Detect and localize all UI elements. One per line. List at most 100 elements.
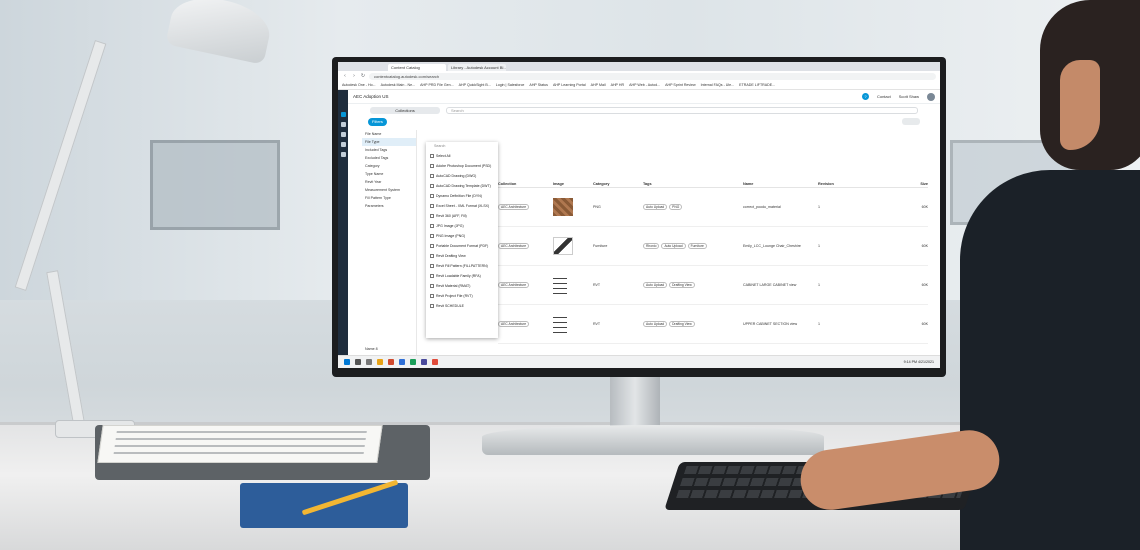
dropdown-option[interactable]: Adobe Photoshop Document (PSD) — [426, 161, 498, 171]
filter-item[interactable]: Excluded Tags — [362, 154, 416, 162]
browser-tab[interactable]: Library - Autodesk Account BI... — [448, 64, 506, 71]
filter-item[interactable]: Measurement System — [362, 186, 416, 194]
filter-item[interactable]: Fill Pattern Type — [362, 194, 416, 202]
checkbox[interactable] — [430, 154, 434, 158]
hub-selector[interactable]: AEC Adoption US — [353, 94, 389, 99]
upload-icon[interactable] — [340, 132, 346, 137]
reload-icon[interactable]: ↻ — [360, 73, 366, 79]
forward-icon[interactable]: › — [351, 73, 357, 79]
checkbox[interactable] — [430, 214, 434, 218]
checkbox[interactable] — [430, 294, 434, 298]
checkbox[interactable] — [430, 264, 434, 268]
collections-button[interactable]: Collections — [370, 106, 440, 114]
search-icon[interactable] — [355, 359, 361, 365]
revision-cell: 1 — [818, 322, 820, 326]
bookmark[interactable]: AHP QuickSight B... — [459, 83, 491, 87]
filter-item[interactable]: Included Tags — [362, 146, 416, 154]
name-cell: CABINET LARGE CABINET view — [743, 283, 797, 287]
checkbox[interactable] — [430, 224, 434, 228]
dropdown-option[interactable]: Revit Fill Pattern (FILLPATTERN) — [426, 261, 498, 271]
filter-item[interactable]: Type Name — [362, 170, 416, 178]
bookmark[interactable]: AHP HR — [611, 83, 625, 87]
filter-item[interactable]: File Type — [362, 138, 416, 146]
bookmark[interactable]: AHP Sprint Review — [665, 83, 696, 87]
checkbox[interactable] — [430, 174, 434, 178]
table-row[interactable]: AEC Architecture RVT Auto Upload Drafting… — [498, 266, 928, 305]
file-type-dropdown: Search Select All Adobe Photoshop Docume… — [426, 142, 498, 338]
bookmark[interactable]: ETRADE LIFTRADE... — [739, 83, 775, 87]
bookmark[interactable]: AHP PRD File Gen... — [420, 83, 454, 87]
view-toggle-button[interactable] — [902, 118, 920, 125]
table-row[interactable]: AEC Architecture PNG Auto Upload PNG corr… — [498, 188, 928, 227]
dropdown-search-input[interactable]: Search — [426, 142, 498, 151]
search-input[interactable]: Search — [446, 106, 918, 114]
checkbox[interactable] — [430, 274, 434, 278]
column-header[interactable]: Collection — [498, 182, 553, 186]
bookmarks-bar: Autodesk One - Ho... Autodesk Main - Ne.… — [338, 81, 940, 90]
bookmark[interactable]: Autodesk One - Ho... — [342, 83, 376, 87]
bookmark[interactable]: Login | Salesforce — [496, 83, 525, 87]
checkbox[interactable] — [430, 194, 434, 198]
checkbox[interactable] — [430, 204, 434, 208]
table-row[interactable]: AEC Architecture Furniture Rhonio Auto Up… — [498, 227, 928, 266]
avatar[interactable] — [927, 92, 935, 101]
bookmark[interactable]: AHP Status — [529, 83, 548, 87]
column-header[interactable]: Name — [743, 182, 818, 186]
dropdown-option[interactable]: Revit 360 (AFF, Fill) — [426, 211, 498, 221]
url-field[interactable]: contentcatalog.autodesk.com/search — [369, 72, 936, 80]
dropdown-option[interactable]: AutoCAD Drawing (DWG) — [426, 171, 498, 181]
dropdown-option[interactable]: Revit Project File (RVT) — [426, 291, 498, 301]
bookmark[interactable]: AHP Learning Portal — [553, 83, 586, 87]
user-name: Scott Shaw — [898, 94, 919, 99]
dropdown-option[interactable]: Portable Document Format (PDF) — [426, 241, 498, 251]
filter-item[interactable]: Revit Year — [362, 178, 416, 186]
checkbox[interactable] — [430, 254, 434, 258]
dropdown-option[interactable]: Revit Loadable Family (RFA) — [426, 271, 498, 281]
checkbox[interactable] — [430, 164, 434, 168]
bookmark[interactable]: Autodesk Main - Ne... — [381, 83, 416, 87]
dropdown-option[interactable]: Select All — [426, 151, 498, 161]
column-header[interactable]: Category — [593, 182, 643, 186]
bookmark[interactable]: AHP Mail — [591, 83, 606, 87]
checkbox[interactable] — [430, 184, 434, 188]
contact-link[interactable]: Contact — [877, 94, 891, 99]
settings-icon[interactable] — [340, 152, 346, 157]
filters-button[interactable]: Filters — [368, 117, 387, 126]
back-icon[interactable]: ‹ — [342, 73, 348, 79]
dropdown-option[interactable]: AutoCAD Drawing Template (DWT) — [426, 181, 498, 191]
checkbox[interactable] — [430, 284, 434, 288]
folder-icon[interactable] — [340, 122, 346, 127]
chrome-icon[interactable] — [432, 359, 438, 365]
column-header[interactable]: Tags — [643, 182, 743, 186]
help-icon[interactable]: ? — [861, 93, 869, 100]
analytics-icon[interactable] — [340, 142, 346, 147]
bookmark[interactable]: Internal FAQs - Ule... — [701, 83, 735, 87]
dropdown-option[interactable]: Revit Material (RMAT) — [426, 281, 498, 291]
dropdown-option[interactable]: Revit Drafting View — [426, 251, 498, 261]
file-explorer-icon[interactable] — [377, 359, 383, 365]
column-header[interactable]: Size — [898, 182, 928, 186]
dropdown-option[interactable]: Revit SCHEDULE — [426, 301, 498, 311]
app-icon[interactable] — [388, 359, 394, 365]
dropdown-option[interactable]: Excel Sheet - XML Format (XLSX) — [426, 201, 498, 211]
filter-item[interactable]: Parameters — [362, 202, 416, 210]
browser-tab[interactable]: Content Catalog — [388, 64, 446, 71]
background-monitor — [150, 140, 280, 230]
search-icon[interactable] — [340, 112, 346, 117]
dropdown-option[interactable]: Dynamo Definition File (DYN) — [426, 191, 498, 201]
filter-item[interactable]: File Name — [362, 130, 416, 138]
bookmark[interactable]: AHP Web - Autod... — [629, 83, 660, 87]
windows-start-icon[interactable] — [344, 359, 350, 365]
dropdown-option[interactable]: PNG Image (PNG) — [426, 231, 498, 241]
app-icon[interactable] — [410, 359, 416, 365]
checkbox[interactable] — [430, 234, 434, 238]
app-icon[interactable] — [399, 359, 405, 365]
checkbox[interactable] — [430, 304, 434, 308]
task-view-icon[interactable] — [366, 359, 372, 365]
column-header[interactable]: Revision — [818, 182, 898, 186]
table-row[interactable]: AEC Architecture RVT Auto Upload Drafting… — [498, 305, 928, 344]
dropdown-option[interactable]: JPG Image (JPG) — [426, 221, 498, 231]
filter-item[interactable]: Category — [362, 162, 416, 170]
checkbox[interactable] — [430, 244, 434, 248]
app-icon[interactable] — [421, 359, 427, 365]
